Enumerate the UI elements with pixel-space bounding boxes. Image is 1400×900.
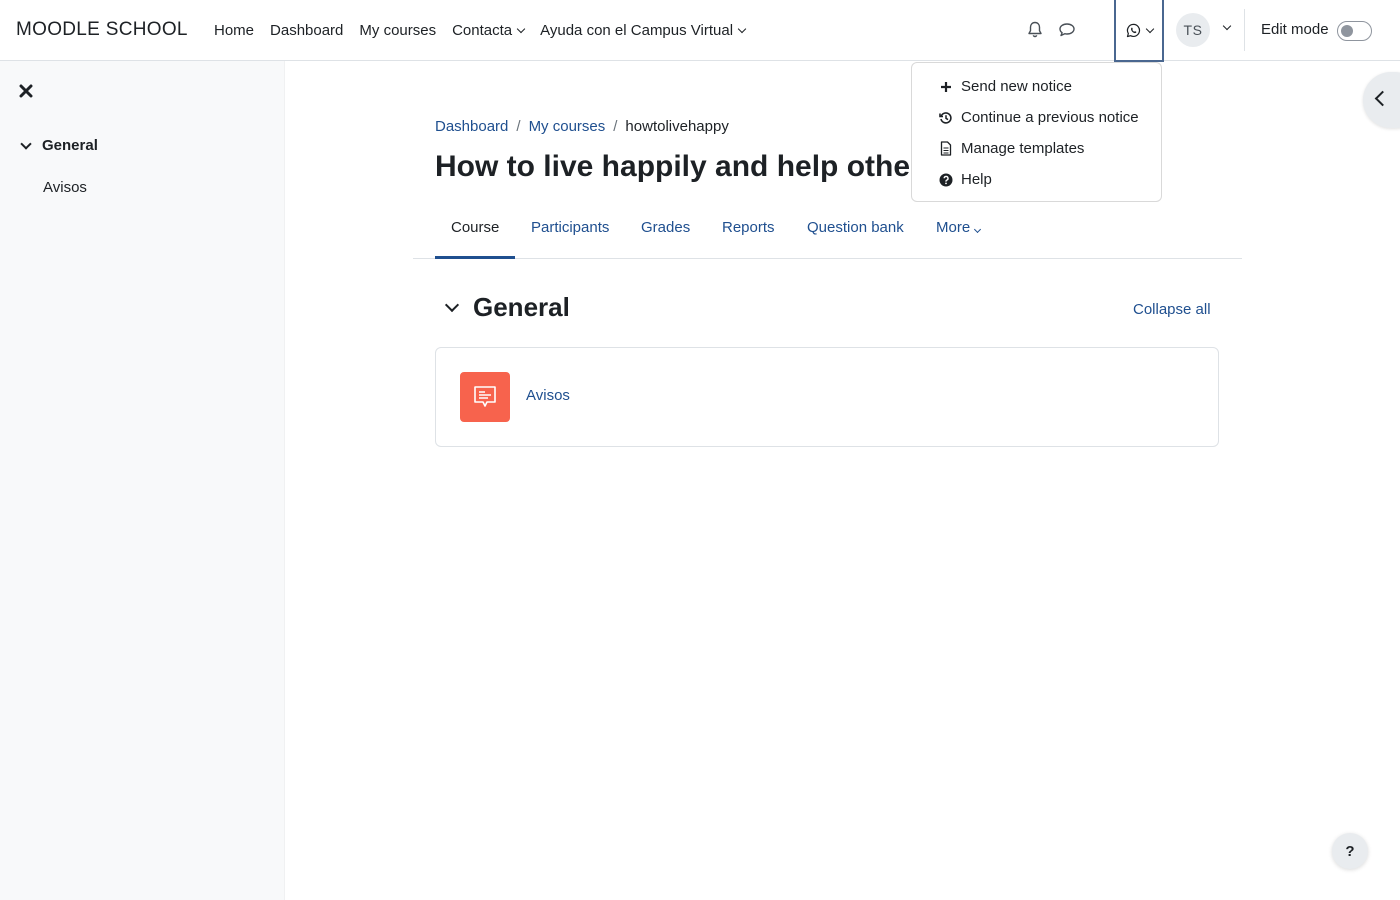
chevron-down-icon — [20, 137, 32, 150]
user-menu-chevron-down-icon[interactable] — [1222, 21, 1232, 31]
collapse-all-link[interactable]: Collapse all — [1133, 301, 1211, 318]
tab-label: Participants — [531, 219, 610, 236]
section-header-general[interactable]: General — [444, 292, 570, 323]
chevron-down-icon — [974, 225, 982, 234]
tab-course[interactable]: Course — [435, 205, 515, 259]
menu-item-help[interactable]: Help — [912, 164, 1161, 195]
breadcrumb-dashboard[interactable]: Dashboard — [435, 118, 508, 135]
drawer-section-general[interactable]: General — [18, 137, 98, 154]
chat-bubble-icon[interactable] — [1057, 20, 1077, 40]
history-icon — [939, 110, 953, 126]
site-brand[interactable]: MOODLE SCHOOL — [16, 19, 188, 41]
nav-dashboard[interactable]: Dashboard — [262, 0, 351, 60]
edit-mode-toggle[interactable] — [1337, 21, 1372, 41]
tab-question-bank[interactable]: Question bank — [791, 205, 920, 259]
notice-dropdown-menu: Send new notice Continue a previous noti… — [911, 62, 1162, 202]
breadcrumb-separator: / — [613, 118, 618, 135]
drawer-section-label: General — [42, 137, 98, 154]
nav-home[interactable]: Home — [206, 0, 262, 60]
nav-my-courses[interactable]: My courses — [351, 0, 444, 60]
chevron-down-icon — [444, 297, 460, 312]
breadcrumb-my-courses[interactable]: My courses — [529, 118, 606, 135]
tab-participants[interactable]: Participants — [515, 205, 625, 259]
breadcrumb-current: howtolivehappy — [625, 118, 729, 135]
tab-label: Question bank — [807, 219, 904, 236]
tab-more[interactable]: More — [920, 205, 996, 259]
forum-icon[interactable] — [460, 372, 510, 422]
toggle-knob — [1341, 25, 1353, 37]
nav-ayuda-campus[interactable]: Ayuda con el Campus Virtual — [532, 0, 753, 60]
menu-item-continue-notice[interactable]: Continue a previous notice — [912, 102, 1161, 133]
user-avatar[interactable]: TS — [1176, 13, 1210, 47]
whatsapp-notice-button[interactable] — [1114, 0, 1164, 62]
menu-item-label: Manage templates — [961, 140, 1085, 157]
help-button[interactable]: ? — [1332, 833, 1368, 869]
breadcrumb: Dashboard / My courses / howtolivehappy — [435, 118, 729, 135]
tab-label: More — [936, 219, 971, 236]
course-index-drawer: General Avisos — [0, 61, 285, 900]
section-title: General — [473, 292, 570, 322]
drawer-item-avisos[interactable]: Avisos — [43, 179, 87, 196]
document-icon — [939, 141, 953, 157]
menu-item-manage-templates[interactable]: Manage templates — [912, 133, 1161, 164]
chevron-down-icon — [737, 24, 747, 33]
tab-label: Reports — [722, 219, 775, 236]
course-secondary-nav: Course Participants Grades Reports Quest… — [413, 205, 1242, 259]
tab-label: Course — [451, 219, 500, 236]
edit-mode-label: Edit mode — [1261, 21, 1329, 38]
nav-my-courses-label: My courses — [359, 21, 437, 39]
activity-link-avisos[interactable]: Avisos — [526, 387, 570, 404]
nav-ayuda-label: Ayuda con el Campus Virtual — [540, 21, 734, 39]
menu-item-label: Help — [961, 171, 992, 188]
bell-icon[interactable] — [1025, 20, 1045, 40]
open-block-drawer-button[interactable] — [1363, 72, 1400, 128]
whatsapp-icon — [1126, 23, 1140, 37]
navbar-divider — [1244, 9, 1245, 51]
activity-card-avisos: Avisos — [435, 347, 1219, 447]
chevron-down-icon — [1145, 24, 1154, 33]
tab-label: Grades — [641, 219, 691, 236]
question-circle-icon — [939, 172, 953, 188]
breadcrumb-separator: / — [516, 118, 521, 135]
tab-reports[interactable]: Reports — [706, 205, 791, 259]
primary-navigation: Home Dashboard My courses Contacta Ayuda… — [206, 0, 753, 60]
close-drawer-icon[interactable] — [19, 82, 35, 98]
menu-item-label: Continue a previous notice — [961, 109, 1139, 126]
nav-home-label: Home — [214, 21, 255, 39]
menu-item-label: Send new notice — [961, 78, 1072, 95]
menu-item-send-new-notice[interactable]: Send new notice — [912, 71, 1161, 102]
nav-contacta[interactable]: Contacta — [444, 0, 532, 60]
chevron-left-icon — [1374, 90, 1391, 107]
tab-grades[interactable]: Grades — [625, 205, 706, 259]
chevron-down-icon — [516, 24, 526, 33]
nav-contacta-label: Contacta — [452, 21, 513, 39]
nav-dashboard-label: Dashboard — [270, 21, 344, 39]
plus-icon — [939, 79, 953, 95]
top-navbar: MOODLE SCHOOL Home Dashboard My courses … — [0, 0, 1400, 62]
page-title: How to live happily and help other — [435, 150, 912, 183]
